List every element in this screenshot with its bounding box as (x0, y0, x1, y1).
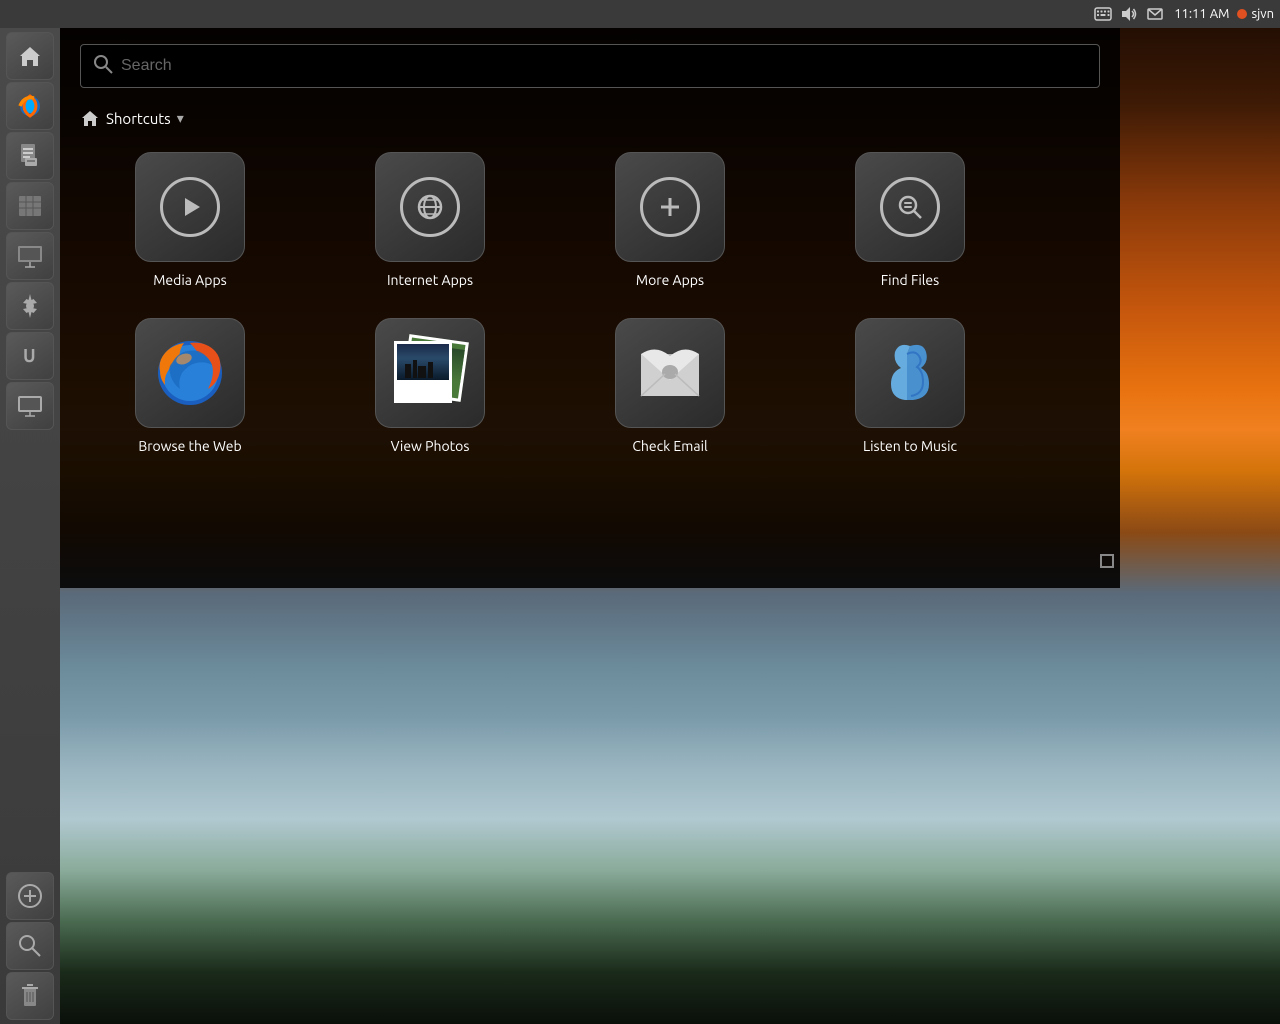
more-apps-icon-wrap (615, 152, 725, 262)
user-menu[interactable]: sjvn (1237, 7, 1274, 21)
listen-music-label: Listen to Music (863, 438, 957, 454)
search-input[interactable] (121, 57, 1087, 75)
app-browse-web[interactable]: Browse the Web (100, 318, 280, 454)
view-photos-label: View Photos (391, 438, 470, 454)
sidebar-item-settings[interactable] (6, 282, 54, 330)
sidebar-item-update[interactable]: U (6, 332, 54, 380)
sidebar-item-spreadsheet[interactable] (6, 182, 54, 230)
sidebar-item-screen[interactable] (6, 382, 54, 430)
top-panel: 11:11 AM sjvn (0, 0, 1280, 28)
sidebar-item-trash[interactable] (6, 972, 54, 1020)
view-photos-icon-wrap (375, 318, 485, 428)
keyboard-indicator-icon[interactable] (1092, 3, 1114, 25)
sidebar-item-search[interactable] (6, 922, 54, 970)
sidebar-item-presentation[interactable] (6, 232, 54, 280)
email-icon[interactable] (1144, 3, 1166, 25)
svg-text:U: U (23, 346, 36, 366)
sidebar: U (0, 28, 60, 1024)
find-files-icon-wrap (855, 152, 965, 262)
find-files-icon (880, 177, 940, 237)
internet-apps-icon (400, 177, 460, 237)
search-bar[interactable] (80, 44, 1100, 88)
breadcrumb-current: Shortcuts (106, 110, 171, 127)
sidebar-item-add[interactable] (6, 872, 54, 920)
app-listen-music[interactable]: Listen to Music (820, 318, 1000, 454)
media-apps-label: Media Apps (153, 272, 226, 288)
username: sjvn (1251, 7, 1274, 21)
home-breadcrumb-icon (80, 108, 100, 128)
sidebar-item-home[interactable] (6, 32, 54, 80)
app-check-email[interactable]: Check Email (580, 318, 760, 454)
volume-icon[interactable] (1118, 3, 1140, 25)
photos-icon (390, 333, 470, 413)
music-app-icon (871, 334, 949, 412)
app-view-photos[interactable]: View Photos (340, 318, 520, 454)
app-media-apps[interactable]: Media Apps (100, 152, 280, 288)
user-status-dot (1237, 9, 1247, 19)
breadcrumb-arrow[interactable]: ▾ (177, 110, 184, 127)
media-apps-icon-wrap (135, 152, 245, 262)
app-launcher: Shortcuts ▾ Media Apps (60, 28, 1120, 588)
clock: 11:11 AM (1170, 7, 1233, 21)
app-more-apps[interactable]: More Apps (580, 152, 760, 288)
sidebar-item-document[interactable] (6, 132, 54, 180)
browse-web-icon-wrap (135, 318, 245, 428)
breadcrumb: Shortcuts ▾ (80, 108, 1100, 128)
find-files-label: Find Files (881, 272, 939, 288)
search-icon (93, 54, 113, 78)
email-app-icon (631, 334, 709, 412)
media-apps-icon (160, 177, 220, 237)
firefox-icon (150, 333, 230, 413)
more-apps-label: More Apps (636, 272, 704, 288)
internet-apps-label: Internet Apps (387, 272, 473, 288)
internet-apps-icon-wrap (375, 152, 485, 262)
listen-music-icon-wrap (855, 318, 965, 428)
check-email-label: Check Email (632, 438, 707, 454)
app-internet-apps[interactable]: Internet Apps (340, 152, 520, 288)
browse-web-label: Browse the Web (138, 438, 241, 454)
check-email-icon-wrap (615, 318, 725, 428)
more-apps-icon (640, 177, 700, 237)
app-grid: Media Apps Internet Apps (80, 152, 1100, 454)
sidebar-item-firefox[interactable] (6, 82, 54, 130)
app-find-files[interactable]: Find Files (820, 152, 1000, 288)
scroll-handle[interactable] (1100, 554, 1114, 568)
